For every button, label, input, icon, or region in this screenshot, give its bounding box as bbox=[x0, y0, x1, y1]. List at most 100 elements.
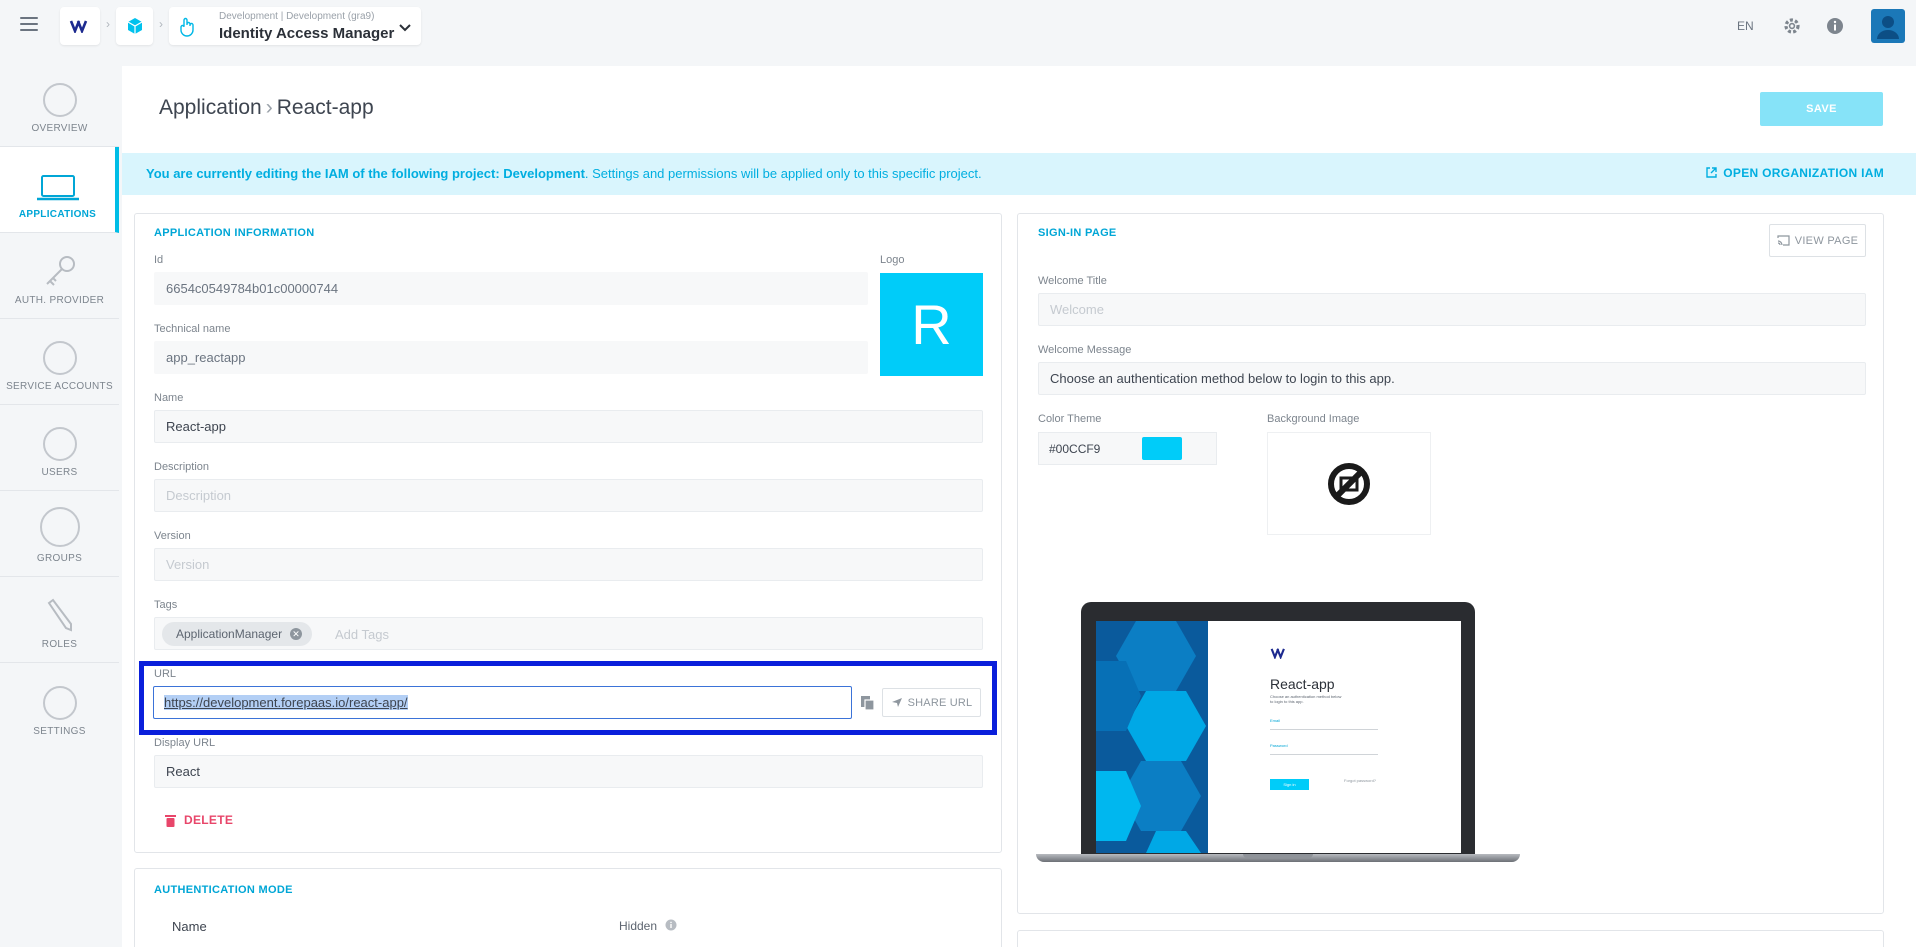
welcome-title-field[interactable]: Welcome bbox=[1038, 293, 1866, 326]
sidebar-item-label: USERS bbox=[41, 467, 78, 478]
sidebar-item-label: AUTH. PROVIDER bbox=[14, 295, 105, 306]
chevron-right-icon: › bbox=[265, 96, 273, 119]
authentication-mode-card bbox=[134, 868, 1002, 947]
breadcrumb-root[interactable]: Application bbox=[159, 96, 262, 119]
version-field[interactable]: Version bbox=[154, 548, 983, 581]
hidden-label: Hidden bbox=[619, 919, 658, 933]
cast-icon bbox=[1777, 235, 1790, 246]
external-link-icon bbox=[1706, 167, 1717, 178]
remove-tag-icon[interactable]: ✕ bbox=[290, 628, 303, 640]
welcome-message-label: Welcome Message bbox=[1038, 344, 1132, 356]
banner-text: You are currently editing the IAM of the… bbox=[146, 166, 982, 181]
url-field[interactable]: https://development.forepaas.io/react-ap… bbox=[153, 686, 852, 719]
key-icon bbox=[45, 256, 75, 286]
sign-in-preview: React-app Choose an authentication metho… bbox=[1036, 602, 1520, 862]
preview-password-line bbox=[1270, 754, 1378, 755]
view-page-button[interactable]: VIEW PAGE bbox=[1769, 224, 1866, 257]
banner-suffix: . Settings and permissions will be appli… bbox=[584, 166, 982, 181]
delete-button[interactable]: DELETE bbox=[165, 813, 233, 827]
delete-label: DELETE bbox=[184, 813, 234, 827]
banner-prefix: You are currently editing the IAM of the… bbox=[146, 166, 585, 181]
background-image-label: Background Image bbox=[1267, 413, 1360, 425]
breadcrumb-current: React-app bbox=[276, 96, 374, 119]
version-label: Version bbox=[154, 530, 191, 542]
iam-hand-icon bbox=[179, 17, 195, 40]
sidebar-item-applications[interactable]: APPLICATIONS bbox=[0, 147, 119, 233]
open-organization-iam-link[interactable]: OPEN ORGANIZATION IAM bbox=[1706, 166, 1884, 180]
top-bar: › › Development | Development (gra9) Ide… bbox=[0, 0, 1916, 52]
preview-forgot-link: Forgot password? bbox=[1344, 778, 1377, 783]
preview-logo bbox=[1270, 648, 1285, 659]
no-image-icon bbox=[1328, 462, 1370, 505]
sidebar-item-overview[interactable]: OVERVIEW bbox=[0, 61, 119, 147]
gear-icon[interactable] bbox=[1782, 0, 1802, 52]
sidebar-item-settings[interactable]: SETTINGS bbox=[0, 663, 119, 749]
name-label: Name bbox=[154, 392, 184, 404]
sidebar-item-auth-provider[interactable]: AUTH. PROVIDER bbox=[0, 233, 119, 319]
project-environment: Development | Development (gra9) bbox=[219, 11, 375, 22]
group-icon bbox=[39, 507, 80, 547]
project-banner: You are currently editing the IAM of the… bbox=[122, 153, 1916, 195]
technical-name-field[interactable]: app_reactapp bbox=[154, 341, 868, 374]
id-label: Id bbox=[154, 254, 164, 266]
laptop-icon bbox=[36, 175, 79, 201]
card-title: APPLICATION INFORMATION bbox=[154, 227, 315, 239]
display-url-field[interactable]: React bbox=[154, 755, 983, 788]
chevron-right-icon: › bbox=[159, 17, 163, 31]
tag-label: ApplicationManager bbox=[176, 627, 283, 641]
chevron-down-icon[interactable] bbox=[399, 20, 411, 35]
name-field[interactable]: React-app bbox=[154, 410, 983, 443]
sidebar-item-label: SERVICE ACCOUNTS bbox=[6, 381, 113, 392]
background-image-picker[interactable] bbox=[1267, 432, 1431, 535]
sidebar-item-label: OVERVIEW bbox=[31, 123, 88, 134]
send-icon bbox=[891, 698, 902, 707]
hamburger-menu-icon[interactable] bbox=[20, 17, 38, 33]
trash-icon bbox=[165, 814, 176, 827]
id-field[interactable]: 6654c0549784b01c00000744 bbox=[154, 272, 868, 305]
save-label: SAVE bbox=[1806, 103, 1837, 115]
display-url-label: Display URL bbox=[154, 737, 216, 749]
sidebar-item-service-accounts[interactable]: SERVICE ACCOUNTS bbox=[0, 319, 119, 405]
color-theme-label: Color Theme bbox=[1038, 413, 1102, 425]
preview-email-line bbox=[1270, 729, 1378, 730]
sidebar: OVERVIEW APPLICATIONS AUTH. PROVIDER SER… bbox=[0, 61, 119, 761]
tags-label: Tags bbox=[154, 599, 178, 611]
sidebar-item-groups[interactable]: GROUPS bbox=[0, 491, 119, 577]
info-icon bbox=[665, 919, 677, 931]
app-logo[interactable]: R bbox=[880, 273, 983, 376]
url-value: https://development.forepaas.io/react-ap… bbox=[164, 695, 408, 710]
color-theme-field[interactable]: #00CCF9 bbox=[1038, 432, 1217, 465]
description-label: Description bbox=[154, 461, 210, 473]
forepaas-logo[interactable] bbox=[60, 7, 100, 45]
welcome-title-label: Welcome Title bbox=[1038, 275, 1107, 287]
share-url-button[interactable]: SHARE URL bbox=[882, 688, 981, 717]
sidebar-item-roles[interactable]: ROLES bbox=[0, 577, 119, 663]
avatar[interactable] bbox=[1871, 9, 1905, 43]
sidebar-item-label: GROUPS bbox=[36, 553, 83, 564]
fingerprint-icon bbox=[42, 341, 77, 375]
url-label: URL bbox=[154, 668, 177, 680]
color-swatch[interactable] bbox=[1142, 437, 1182, 460]
banner-link-label: OPEN ORGANIZATION IAM bbox=[1723, 166, 1884, 180]
page-title: Application › React-app bbox=[159, 96, 374, 120]
tag-chip[interactable]: ApplicationManager ✕ bbox=[162, 622, 313, 646]
preview-signin-button: Sign in bbox=[1270, 779, 1309, 790]
add-tags-input[interactable]: Add Tags bbox=[335, 627, 389, 642]
info-icon[interactable] bbox=[1826, 0, 1844, 52]
column-header-name: Name bbox=[172, 919, 207, 934]
save-button[interactable]: SAVE bbox=[1760, 92, 1883, 126]
welcome-message-field[interactable]: Choose an authentication method below to… bbox=[1038, 362, 1866, 395]
column-header-hidden: Hidden bbox=[619, 919, 677, 933]
sidebar-item-users[interactable]: USERS bbox=[0, 405, 119, 491]
laptop-notch bbox=[1243, 854, 1313, 858]
sidebar-item-label: APPLICATIONS bbox=[18, 209, 97, 220]
card-title: AUTHENTICATION MODE bbox=[154, 884, 293, 896]
language-selector[interactable]: EN bbox=[1737, 0, 1754, 52]
project-cube-icon[interactable] bbox=[116, 7, 153, 45]
description-field[interactable]: Description bbox=[154, 479, 983, 512]
technical-name-label: Technical name bbox=[154, 323, 231, 335]
preview-app-name: React-app bbox=[1270, 676, 1335, 692]
share-url-label: SHARE URL bbox=[907, 696, 973, 709]
copy-icon[interactable] bbox=[860, 695, 875, 714]
preview-password-label: Password bbox=[1270, 743, 1288, 748]
